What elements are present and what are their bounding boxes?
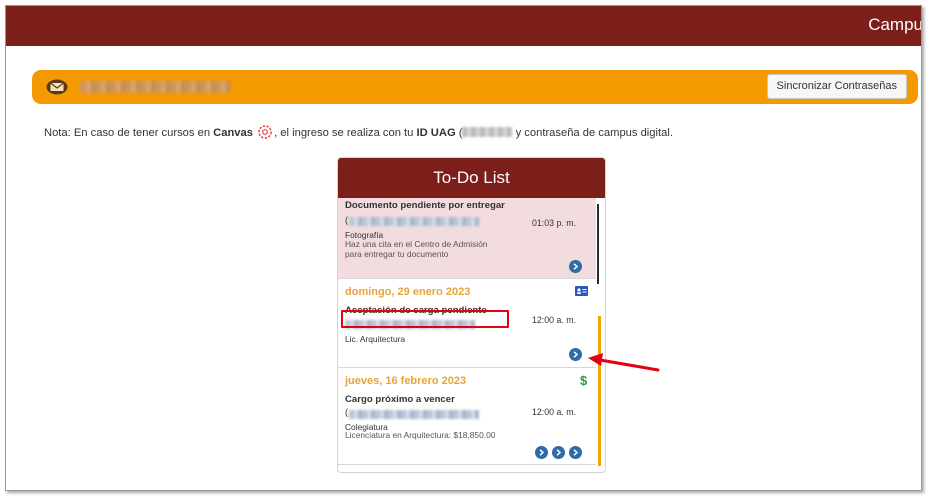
id-card-icon (575, 286, 588, 296)
todo-list-title: To-Do List (338, 158, 605, 198)
todo-item: Documento pendiente por entregar ( 01:03… (338, 198, 596, 279)
todo-item-paren: ( (345, 215, 348, 225)
todo-item-blurred-line (349, 410, 479, 419)
todo-item-description: Licenciatura en Arquitectura: $18,850.00 (345, 430, 496, 440)
sync-passwords-button[interactable]: Sincronizar Contraseñas (766, 74, 907, 99)
todo-item-description: Haz una cita en el Centro de Admisión pa… (345, 239, 488, 259)
annotation-arrow-icon (588, 353, 660, 372)
blurred-id (462, 127, 513, 137)
chevron-right-circle-icon[interactable] (569, 260, 582, 273)
canvas-note: Nota: En caso de tener cursos en Canvas … (44, 125, 673, 139)
top-header: Campu (6, 6, 921, 46)
chevron-right-circle-icon[interactable] (552, 446, 565, 459)
user-bar: Sincronizar Contraseñas (32, 70, 918, 104)
chevron-right-circle-icon[interactable] (535, 446, 548, 459)
todo-item: jueves, 16 febrero 2023 $ Cargo próximo … (338, 369, 596, 465)
user-email-blurred (80, 81, 230, 93)
todo-item-date: domingo, 29 enero 2023 (345, 286, 471, 298)
todo-item-time: 01:03 p. m. (532, 218, 577, 228)
highlight-box (341, 310, 509, 328)
canvas-logo-icon (258, 125, 272, 139)
todo-item-blurred-line (349, 217, 479, 226)
mail-icon (46, 79, 68, 95)
browser-frame: Campu Sincronizar Contraseñas Nota: En c… (5, 5, 922, 491)
scrollbar-thumb[interactable] (597, 204, 599, 284)
id-uag-label: ID UAG (416, 127, 456, 139)
scroll-indicator (598, 316, 601, 466)
todo-item-paren: ( (345, 407, 348, 417)
todo-item-title: Documento pendiente por entregar (345, 200, 505, 211)
todo-item-date: jueves, 16 febrero 2023 (345, 375, 467, 387)
todo-item-subtitle: Lic. Arquitectura (345, 334, 406, 344)
canvas-label: Canvas (213, 127, 253, 139)
chevron-right-circle-icon[interactable] (569, 348, 582, 361)
site-brand: Campu (868, 15, 922, 34)
todo-item-title: Cargo próximo a vencer (345, 394, 455, 405)
todo-item-time: 12:00 a. m. (532, 315, 577, 325)
todo-item-time: 12:00 a. m. (532, 407, 577, 417)
todo-list-body[interactable]: Documento pendiente por entregar ( 01:03… (338, 198, 605, 472)
chevron-right-circle-icon[interactable] (569, 446, 582, 459)
